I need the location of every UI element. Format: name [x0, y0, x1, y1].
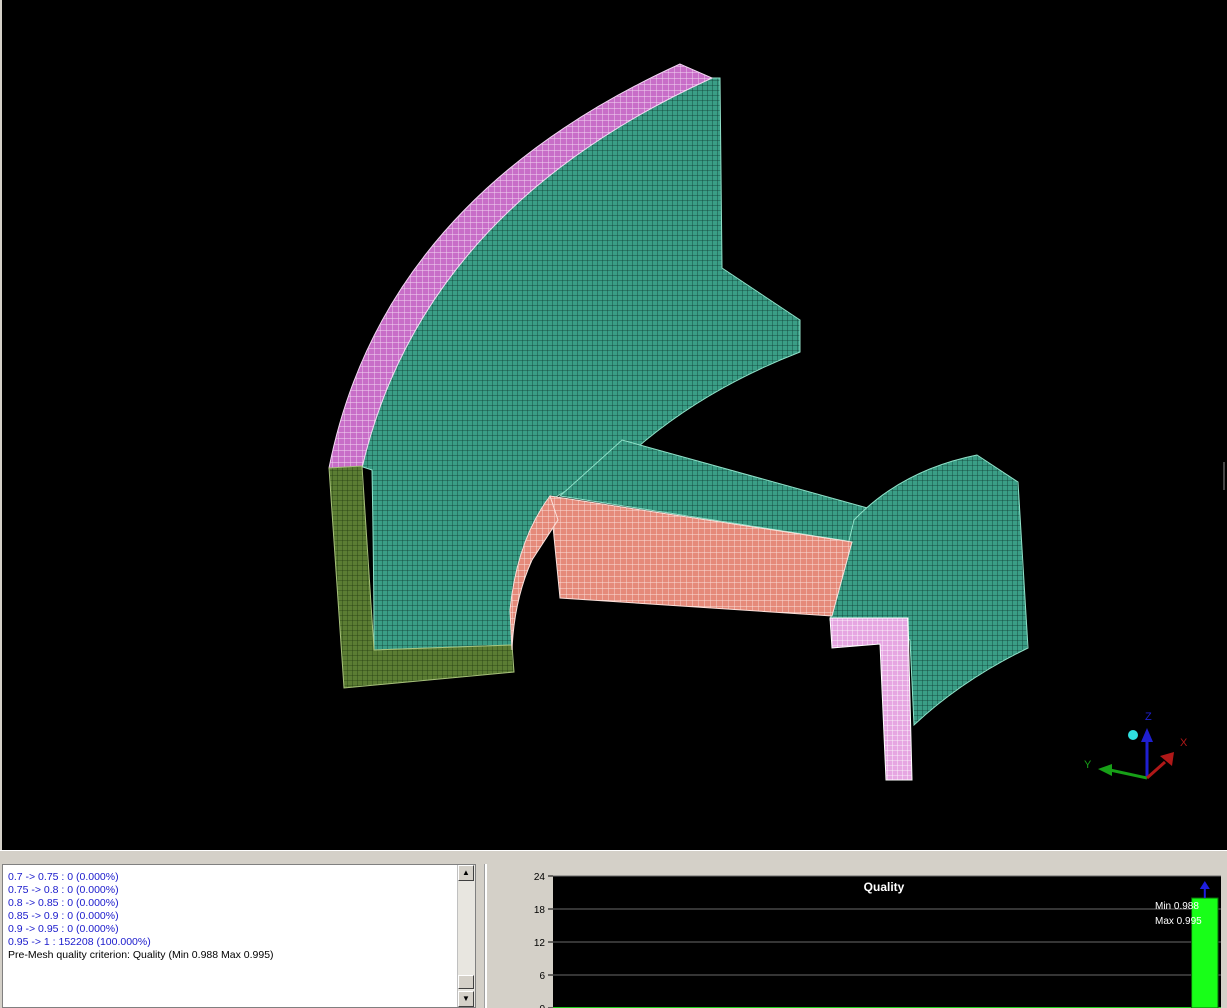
x-axis-line	[1146, 760, 1166, 780]
y-axis-arrow	[1098, 764, 1112, 776]
x-axis-label: X	[1180, 737, 1188, 749]
histogram-y-tick-label: 24	[534, 872, 546, 883]
y-axis-label: Y	[1084, 759, 1092, 771]
message-line: 0.9 -> 0.95 : 0 (0.000%)	[8, 923, 119, 935]
histogram-title: Quality	[864, 880, 905, 894]
message-line: 0.85 -> 0.9 : 0 (0.000%)	[8, 910, 119, 922]
z-axis-label: Z	[1145, 711, 1152, 723]
message-list: 0.7 -> 0.75 : 0 (0.000%) 0.75 -> 0.8 : 0 …	[8, 871, 274, 962]
scroll-down-button[interactable]: ▼	[458, 991, 474, 1007]
message-line: 0.75 -> 0.8 : 0 (0.000%)	[8, 884, 119, 896]
message-line: 0.8 -> 0.85 : 0 (0.000%)	[8, 897, 119, 909]
message-line: 0.95 -> 1 : 152208 (100.000%)	[8, 936, 151, 948]
axis-triad: Z X Y	[1084, 711, 1188, 780]
message-scrollbar[interactable]: ▲ ▼	[457, 865, 475, 1007]
panel-splitter[interactable]	[0, 850, 1227, 860]
histogram-min-label: Min 0.988	[1155, 901, 1199, 912]
message-line: Pre-Mesh quality criterion: Quality (Min…	[8, 949, 274, 961]
message-line: 0.7 -> 0.75 : 0 (0.000%)	[8, 871, 119, 883]
quality-histogram[interactable]: 24 18 12 6 0 Quality Min 0.988 Max 0.995	[487, 864, 1227, 1008]
z-axis-arrow	[1141, 728, 1153, 742]
histogram-y-tick-label: 0	[539, 1004, 545, 1008]
y-axis-line	[1109, 768, 1148, 780]
message-log-panel: 0.7 -> 0.75 : 0 (0.000%) 0.75 -> 0.8 : 0 …	[2, 864, 476, 1008]
histogram-y-tick-label: 12	[534, 938, 546, 949]
scroll-thumb[interactable]	[458, 975, 474, 989]
quality-histogram-panel: 24 18 12 6 0 Quality Min 0.988 Max 0.995	[487, 864, 1227, 1008]
histogram-y-tick-label: 18	[534, 905, 546, 916]
histogram-bar[interactable]	[1191, 897, 1219, 1008]
histogram-max-label: Max 0.995	[1155, 916, 1202, 927]
graphics-viewport[interactable]: Z X Y	[2, 0, 1227, 850]
origin-sphere-icon	[1128, 730, 1138, 740]
histogram-y-tick-label: 6	[539, 971, 545, 982]
scroll-up-button[interactable]: ▲	[458, 865, 474, 881]
